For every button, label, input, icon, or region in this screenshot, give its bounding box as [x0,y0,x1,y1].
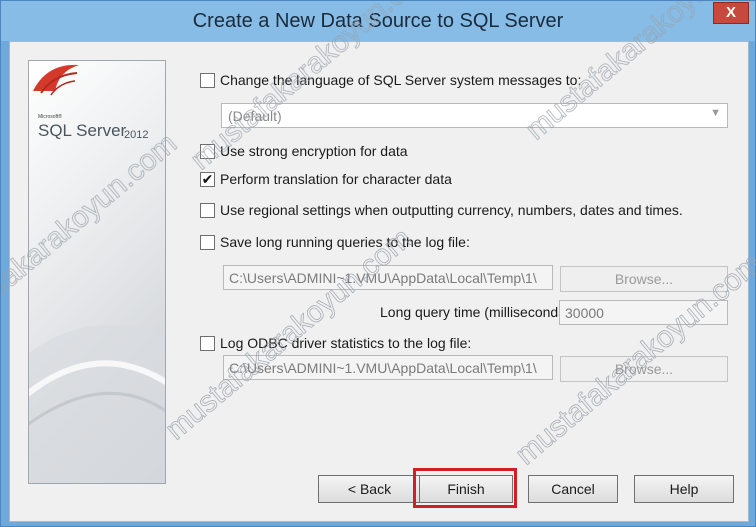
long-queries-path-field[interactable]: C:\Users\ADMINI~1.VMU\AppData\Local\Temp… [223,265,553,290]
back-button[interactable]: < Back [318,475,421,503]
help-button[interactable]: Help [634,475,734,503]
logo-version: 2012 [124,129,149,141]
close-button[interactable]: X [713,2,749,24]
dialog-title: Create a New Data Source to SQL Server [192,10,564,32]
regional-settings-label: Use regional settings when outputting cu… [220,202,683,218]
logo-product-name: SQL Server [38,121,127,140]
cancel-button[interactable]: Cancel [528,475,618,503]
dialog-body: Microsoft® SQL Server 2012 Change the la… [9,41,749,522]
strong-encryption-label: Use strong encryption for data [220,143,408,159]
query-time-field[interactable]: 30000 [559,300,728,325]
dialog-window: Create a New Data Source to SQL Server X… [0,0,756,527]
change-language-label: Change the language of SQL Server system… [220,72,582,88]
checkmark-icon: ✔ [201,171,214,187]
long-queries-checkbox[interactable] [200,235,215,250]
language-combo-value: (Default) [228,108,282,124]
translation-checkbox[interactable]: ✔ [200,172,215,187]
change-language-checkbox[interactable] [200,73,215,88]
finish-highlight-box [413,468,517,508]
logo-microsoft-text: Microsoft® [38,114,62,120]
chevron-down-icon[interactable]: ▼ [710,107,721,119]
strong-encryption-checkbox[interactable] [200,144,215,159]
log-odbc-path-field[interactable]: C:\Users\ADMINI~1.VMU\AppData\Local\Temp… [223,355,553,380]
title-bar[interactable]: Create a New Data Source to SQL Server X [1,1,755,41]
query-time-label: Long query time (milliseconds): [380,304,574,320]
language-combo[interactable]: (Default) ▼ [221,103,728,128]
sql-server-banner: Microsoft® SQL Server 2012 [28,60,166,484]
regional-settings-checkbox[interactable] [200,203,215,218]
log-odbc-browse-button[interactable]: Browse... [560,356,728,382]
long-queries-browse-button[interactable]: Browse... [560,266,728,292]
sql-server-logo-icon [33,64,79,96]
translation-label: Perform translation for character data [220,171,452,187]
log-odbc-label: Log ODBC driver statistics to the log fi… [220,335,472,351]
long-queries-label: Save long running queries to the log fil… [220,234,470,250]
log-odbc-checkbox[interactable] [200,336,215,351]
